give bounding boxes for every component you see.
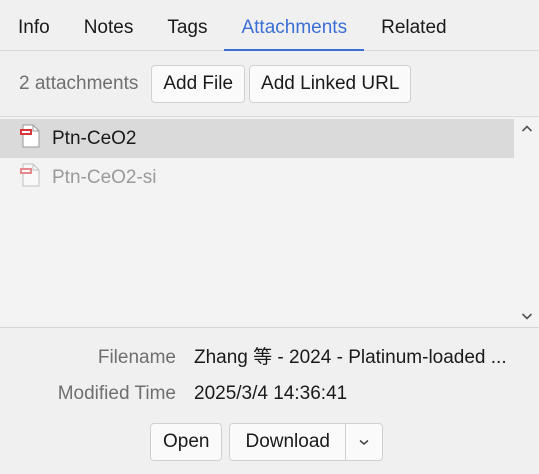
attachment-row-ptn-ceo2[interactable]: Ptn-CeO2 (0, 119, 514, 158)
tab-info[interactable]: Info (0, 0, 67, 50)
modified-time-field: Modified Time 2025/3/4 14:36:41 (0, 379, 539, 409)
pdf-file-icon (19, 124, 41, 154)
modified-time-label: Modified Time (57, 383, 176, 404)
chevron-down-icon[interactable] (346, 424, 382, 460)
attachment-actions: Open Download (150, 423, 383, 461)
tab-tags[interactable]: Tags (150, 0, 224, 50)
list-scrollbar[interactable] (514, 118, 539, 327)
tab-notes[interactable]: Notes (67, 0, 151, 50)
tab-related[interactable]: Related (364, 0, 464, 50)
attachment-row-ptn-ceo2-si[interactable]: Ptn-CeO2-si (0, 158, 514, 197)
scroll-down-icon[interactable] (521, 309, 533, 321)
filename-label: Filename (97, 347, 176, 368)
attachment-details: Filename Zhang 等 - 2024 - Platinum-loade… (0, 328, 539, 474)
attachments-toolbar: 2 attachments Add File Add Linked URL (0, 51, 539, 117)
modified-time-value: 2025/3/4 14:36:41 (194, 383, 348, 404)
attachment-name: Ptn-CeO2-si (52, 166, 157, 188)
download-split-button: Download (229, 423, 383, 461)
add-file-button[interactable]: Add File (151, 64, 246, 103)
attachment-count: 2 attachments (19, 72, 139, 94)
pdf-file-icon (19, 163, 41, 193)
attachment-name: Ptn-CeO2 (52, 127, 137, 149)
tab-bar: Info Notes Tags Attachments Related (0, 0, 539, 51)
filename-field: Filename Zhang 等 - 2024 - Platinum-loade… (0, 343, 539, 373)
filename-value[interactable]: Zhang 等 - 2024 - Platinum-loaded ... (194, 343, 522, 373)
open-button[interactable]: Open (150, 423, 223, 461)
scroll-up-icon[interactable] (521, 122, 533, 134)
tab-attachments[interactable]: Attachments (224, 0, 364, 51)
download-button[interactable]: Download (230, 424, 346, 460)
add-linked-url-button[interactable]: Add Linked URL (249, 64, 412, 103)
attachment-list: Ptn-CeO2 Ptn-CeO2-si (0, 118, 539, 328)
